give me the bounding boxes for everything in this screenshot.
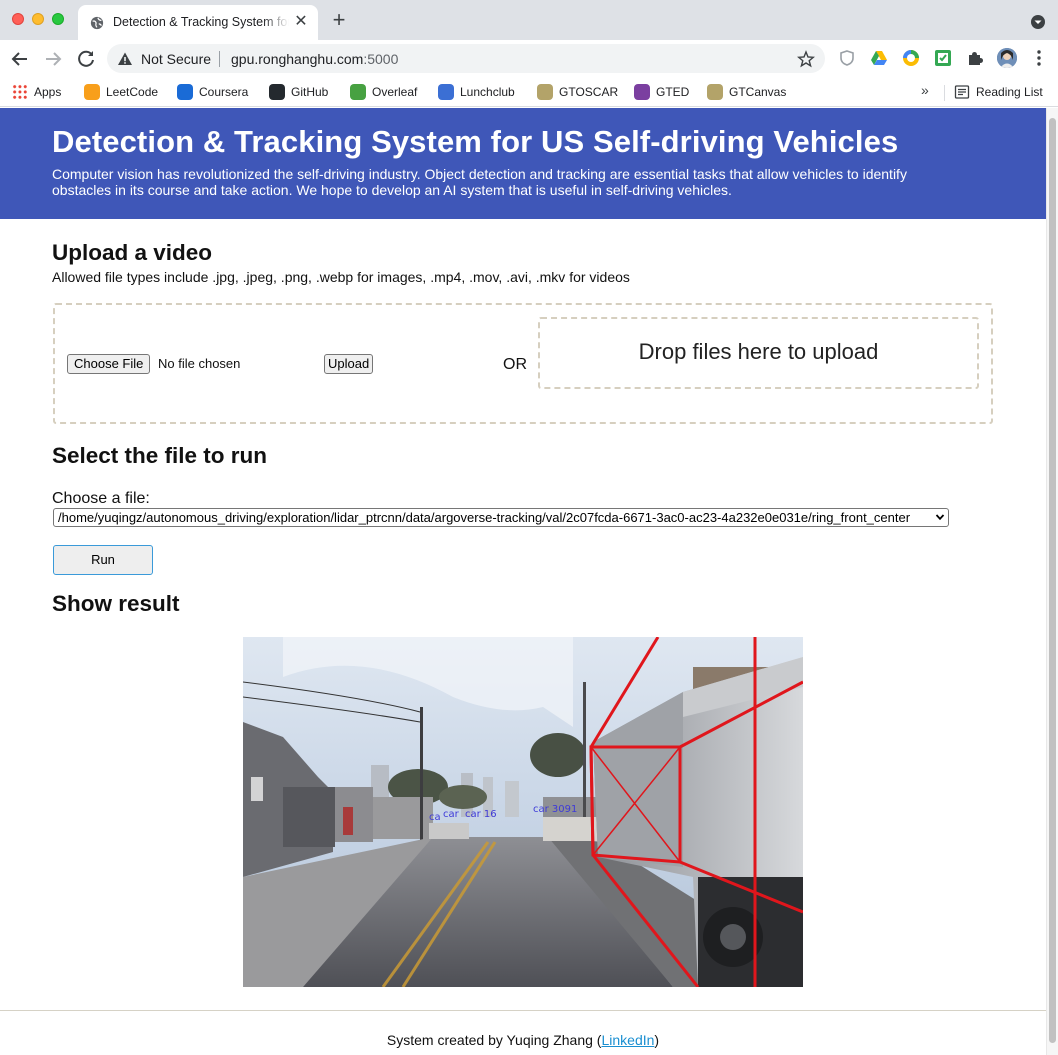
no-file-chosen-text: No file chosen [158,356,241,371]
gted-icon [634,84,650,100]
bookmark-github[interactable]: GitHub [269,82,328,102]
globe-icon [90,16,104,30]
address-bar[interactable]: Not Secure gpu.ronghanghu.com:5000 [107,44,825,73]
window-zoom-button[interactable] [52,13,64,25]
footer: System created by Yuqing Zhang (LinkedIn… [0,1032,1046,1048]
bookmark-label: GitHub [291,85,329,99]
url-port: :5000 [363,51,399,67]
upload-button[interactable]: Upload [324,354,374,374]
bookmark-gtcanvas[interactable]: GTCanvas [707,82,786,102]
profile-avatar[interactable] [997,48,1017,68]
bookmark-label: GTCanvas [729,85,787,99]
bookmark-gtoscar[interactable]: GTOSCAR [537,82,618,102]
coursera-icon [177,84,193,100]
chevron-down-icon [935,514,945,521]
page-title: Detection & Tracking System for US Self-… [52,124,899,159]
reading-list-button[interactable]: Reading List [954,82,1043,102]
url-text[interactable]: gpu.ronghanghu.com:5000 [231,51,398,67]
detection-label: ca [429,812,441,823]
bookmark-gted[interactable]: GTED [634,82,689,102]
gtcanvas-icon [707,84,723,100]
gtoscar-icon [537,84,553,100]
bookmark-label: LeetCode [106,85,159,99]
page-scrollbar[interactable] [1046,108,1058,1055]
bookmarks-bar: » Reading List Apps LeetCode Coursera GitHu… [0,77,1058,107]
warning-triangle-icon[interactable] [117,51,133,67]
bookmarks-overflow-button[interactable]: » [921,82,929,98]
run-button[interactable]: Run [53,545,153,575]
bookmark-overleaf[interactable]: Overleaf [350,82,417,102]
bookmark-lunchclub[interactable]: Lunchclub [438,82,515,102]
bookmarks-separator [944,85,945,101]
bookmark-label: Lunchclub [460,85,515,99]
browser-tab-active[interactable]: Detection & Tracking System for US Self-… [78,5,318,40]
puzzle-extensions-icon[interactable] [966,49,984,67]
select-heading: Select the file to run [52,443,268,468]
footer-prefix: System created by Yuqing Zhang ( [386,1032,602,1048]
result-image: ca car car 16 car 309 1 [243,637,803,987]
avatar-icon [997,48,1017,68]
upload-form: Choose File No file chosen Upload OR Dro… [53,303,993,424]
page-description: Computer vision has revolutionized the s… [52,166,907,198]
github-icon [269,84,285,100]
detection-label: car 309 [533,804,571,815]
bookmark-label: GTED [656,85,690,99]
detection-label: 1 [571,804,577,815]
file-select-value: /home/yuqingz/autonomous_driving/explora… [58,510,911,525]
choose-file-label: Choose a file: [52,490,150,507]
page-viewport: Detection & Tracking System for US Self-… [0,108,1046,1055]
browser-menu-icon[interactable] [1034,49,1044,67]
window-minimize-button[interactable] [32,13,44,25]
file-select-dropdown[interactable]: /home/yuqingz/autonomous_driving/explora… [53,508,949,527]
detection-label: car 16 [465,809,497,820]
window-close-button[interactable] [12,13,24,25]
linkedin-link[interactable]: LinkedIn [601,1032,654,1048]
apps-grid-icon [12,84,28,100]
tab-search-icon[interactable] [1030,14,1046,30]
tab-title: Detection & Tracking System for US Self-… [113,15,289,29]
new-tab-button[interactable]: + [328,9,350,32]
or-separator-text: OR [503,356,527,373]
forward-arrow-icon[interactable] [41,47,65,71]
dropzone-label: Drop files here to upload [638,339,879,364]
footer-divider [0,1010,1046,1011]
browser-toolbar: Not Secure gpu.ronghanghu.com:5000 [0,40,1058,77]
footer-suffix: ) [654,1032,660,1048]
bookmark-label: Overleaf [372,85,418,99]
lunchclub-icon [438,84,454,100]
file-dropzone[interactable]: Drop files here to upload [538,317,979,389]
browser-tab-strip: Detection & Tracking System for US Self-… [0,0,1058,40]
leetcode-icon [84,84,100,100]
green-extension-icon[interactable] [934,49,952,67]
overleaf-icon [350,84,366,100]
colorful-sync-icon[interactable] [902,49,920,67]
bookmark-apps[interactable]: Apps [12,82,61,102]
street-scene-image: ca car car 16 car 309 1 [243,637,803,987]
bookmark-star-icon[interactable] [797,50,815,68]
header-banner: Detection & Tracking System for US Self-… [0,108,1046,219]
url-host: gpu.ronghanghu.com [231,51,364,67]
detection-label: car [443,809,460,820]
address-separator [219,51,220,67]
google-drive-icon[interactable] [870,49,888,67]
result-heading: Show result [52,591,180,616]
reading-list-label: Reading List [976,85,1043,99]
bookmark-label: Coursera [199,85,249,99]
allowed-types-text: Allowed file types include .jpg, .jpeg, … [52,269,630,285]
reload-icon[interactable] [74,47,98,71]
scrollbar-thumb[interactable] [1049,118,1056,1043]
upload-heading: Upload a video [52,240,213,265]
bookmark-leetcode[interactable]: LeetCode [84,82,158,102]
bookmark-label: GTOSCAR [559,85,619,99]
reading-list-icon [954,85,970,99]
security-label[interactable]: Not Secure [141,51,211,67]
bookmark-coursera[interactable]: Coursera [177,82,248,102]
tab-close-icon[interactable]: ✕ [292,13,310,31]
choose-file-button[interactable]: Choose File [67,354,151,374]
back-arrow-icon[interactable] [8,47,32,71]
shield-extension-icon[interactable] [838,49,856,67]
bookmark-label: Apps [34,85,62,99]
